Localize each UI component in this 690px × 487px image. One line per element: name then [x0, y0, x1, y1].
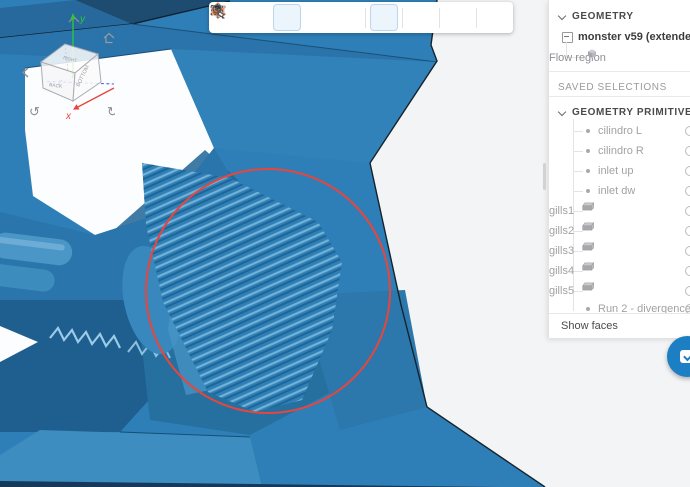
visibility-icon[interactable] [685, 246, 690, 256]
orientation-gizmo[interactable]: ↺ ↻ y x z RIGHT BACK BOTTOM [0, 0, 115, 125]
x-axis-label: x [65, 111, 72, 122]
viewer-toolbar [209, 2, 513, 33]
visibility-icon[interactable] [685, 146, 690, 156]
loupe-icon [212, 4, 225, 18]
panel-scrollbar[interactable] [543, 163, 546, 190]
rotate-left-icon[interactable] [21, 67, 29, 78]
box-icon [582, 222, 595, 231]
pin-selection-button[interactable] [214, 3, 398, 31]
wireframe-view-button[interactable] [210, 3, 361, 31]
box-icon [582, 282, 595, 291]
visibility-icon[interactable] [685, 186, 690, 196]
tree-item-root[interactable]: monster v59 (extended s... [549, 27, 690, 47]
select-vertex-button[interactable] [210, 2, 331, 31]
list-item-gills1[interactable]: gills1 [549, 201, 690, 221]
mesh-view-button[interactable] [210, 3, 472, 31]
point-icon [586, 189, 590, 193]
rotate-cw-icon[interactable]: ↻ [107, 104, 115, 119]
cube-gray-icon [588, 49, 596, 58]
list-item-gills5[interactable]: gills5 [549, 281, 690, 301]
section-title: GEOMETRY [572, 10, 634, 22]
point-icon [586, 307, 590, 311]
tree-root-label: monster v59 (extended s... [578, 31, 690, 43]
y-axis-label: y [79, 14, 86, 25]
check-card-icon [679, 350, 690, 363]
visibility-icon[interactable] [685, 206, 690, 216]
select-body-button[interactable] [210, 2, 271, 31]
box-select-button[interactable] [210, 4, 435, 31]
toolbar-separator [476, 7, 477, 28]
chevron-down-icon [558, 12, 566, 20]
toolbar-separator [439, 7, 440, 28]
point-icon [586, 169, 590, 173]
visibility-icon[interactable] [685, 126, 690, 136]
viewport-3d[interactable]: GEOMETRY monster v59 (extended s... Flow… [0, 0, 690, 487]
list-item-gills4[interactable]: gills4 [549, 261, 690, 281]
visibility-icon[interactable] [685, 166, 690, 176]
box-icon [582, 242, 595, 251]
measure-tool-button[interactable] [212, 4, 509, 31]
geometry-primitives-header[interactable]: GEOMETRY PRIMITIVES [549, 102, 690, 122]
list-item-cilindro-l[interactable]: cilindro L [549, 121, 690, 141]
visibility-icon[interactable] [685, 266, 690, 276]
visibility-icon[interactable] [685, 226, 690, 236]
point-icon [586, 129, 590, 133]
toolbar-separator [365, 7, 366, 28]
box-icon [582, 262, 595, 271]
list-item-inlet-dw[interactable]: inlet dw [549, 181, 690, 201]
visibility-icon[interactable] [685, 286, 690, 296]
list-item-inlet-up[interactable]: inlet up [549, 161, 690, 181]
point-icon [586, 149, 590, 153]
rotate-ccw-icon[interactable]: ↺ [29, 104, 40, 119]
home-view-icon[interactable] [103, 32, 115, 44]
show-faces-button[interactable]: Show faces [549, 313, 690, 338]
toolbar-separator [402, 7, 403, 28]
list-item-cilindro-r[interactable]: cilindro R [549, 141, 690, 161]
list-item-gills2[interactable]: gills2 [549, 221, 690, 241]
view-cube[interactable]: RIGHT BACK BOTTOM [39, 43, 102, 102]
tree-item-flow-region[interactable]: Flow region [549, 48, 690, 68]
collapse-minus-icon[interactable] [562, 31, 573, 43]
geometry-section-header[interactable]: GEOMETRY [549, 6, 690, 26]
chevron-down-icon [558, 108, 566, 116]
saved-selections-header[interactable]: SAVED SELECTIONS [549, 77, 690, 97]
box-icon [582, 202, 595, 211]
select-face-button[interactable] [210, 2, 301, 31]
geometry-panel: GEOMETRY monster v59 (extended s... Flow… [548, 0, 690, 338]
list-item-gills3[interactable]: gills3 [549, 241, 690, 261]
